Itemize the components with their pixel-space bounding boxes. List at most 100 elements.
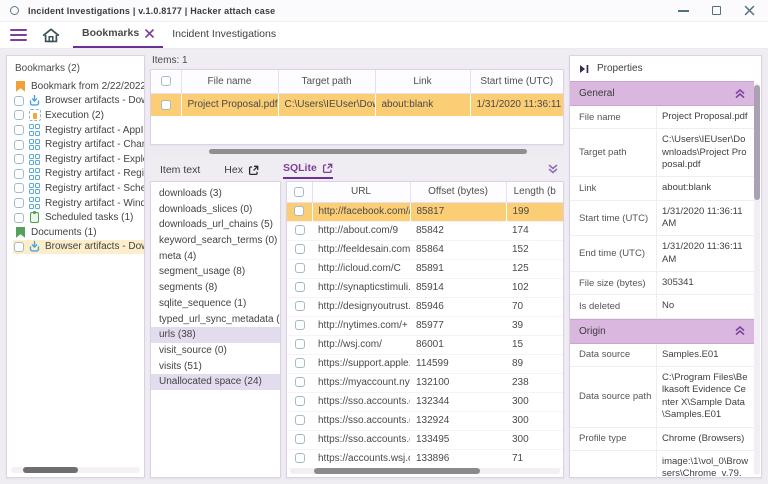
- tree-item-execution[interactable]: Execution (2): [13, 108, 144, 123]
- registry-icon: [28, 153, 41, 166]
- checkbox[interactable]: [14, 212, 24, 223]
- checkbox[interactable]: [14, 241, 24, 252]
- tree-item-registry[interactable]: Registry artifact - AppInitl: [13, 123, 144, 138]
- tree-item-registry[interactable]: Registry artifact - Change: [13, 137, 144, 152]
- url-row[interactable]: http://nytimes.com/+ 85977 39: [287, 316, 563, 336]
- url-row[interactable]: https://sso.accounts.d 133495 300: [287, 430, 563, 450]
- url-row[interactable]: https://support.apple.c 114599 89: [287, 354, 563, 374]
- url-row[interactable]: https://sso.accounts.d 132924 300: [287, 411, 563, 431]
- checkbox[interactable]: [14, 95, 24, 106]
- scrollbar-thumb[interactable]: [23, 467, 78, 473]
- maximize-button[interactable]: [709, 4, 723, 18]
- url-row[interactable]: http://feeldesain.com/ 85864 152: [287, 240, 563, 260]
- checkbox[interactable]: [294, 377, 305, 388]
- column-url[interactable]: URL: [312, 182, 411, 203]
- sqlite-table-item-selected[interactable]: urls (38): [151, 327, 280, 343]
- collapse-panel-button[interactable]: [547, 164, 559, 177]
- select-all-checkbox-cell[interactable]: [151, 70, 182, 94]
- tree-item-registry[interactable]: Registry artifact - Schedul: [13, 181, 144, 196]
- sqlite-table-item[interactable]: meta (4): [151, 249, 280, 265]
- sqlite-table-item[interactable]: visits (51): [151, 359, 280, 375]
- sqlite-table-item[interactable]: downloads (3): [151, 186, 280, 202]
- tab-hex[interactable]: Hex: [224, 164, 259, 179]
- url-row[interactable]: http://icloud.com/C 85891 125: [287, 259, 563, 279]
- tree-item-registry[interactable]: Registry artifact - Register: [13, 167, 144, 182]
- section-origin[interactable]: Origin: [570, 318, 754, 344]
- tab-item-text[interactable]: Item text: [160, 164, 200, 179]
- tab-bookmarks[interactable]: Bookmarks: [73, 22, 164, 48]
- checkbox[interactable]: [294, 396, 305, 407]
- sqlite-table-item[interactable]: typed_url_sync_metadata (0): [151, 312, 280, 328]
- checkbox[interactable]: [294, 225, 305, 236]
- pin-panel-icon[interactable]: [579, 64, 589, 74]
- checkbox[interactable]: [14, 168, 24, 179]
- select-all-checkbox-cell[interactable]: [287, 182, 313, 203]
- tab-close-icon[interactable]: [145, 28, 155, 38]
- checkbox[interactable]: [294, 186, 305, 197]
- column-start-time[interactable]: Start time (UTC): [470, 70, 563, 94]
- tab-incident-investigations[interactable]: Incident Investigations: [163, 22, 285, 48]
- column-file-name[interactable]: File name: [181, 70, 279, 94]
- checkbox[interactable]: [294, 282, 305, 293]
- checkbox[interactable]: [294, 206, 305, 217]
- sqlite-table-item[interactable]: segment_usage (8): [151, 264, 280, 280]
- checkbox[interactable]: [160, 99, 171, 110]
- checkbox[interactable]: [294, 320, 305, 331]
- url-row[interactable]: https://sso.accounts.d 132344 300: [287, 392, 563, 412]
- checkbox[interactable]: [160, 76, 171, 87]
- items-table-row-selected[interactable]: Project Proposal.pdf C:\Users\IEUser\Dow…: [151, 93, 563, 116]
- url-row-selected[interactable]: http://facebook.com// 85817 199: [287, 202, 563, 222]
- minimize-button[interactable]: [676, 4, 690, 18]
- url-row[interactable]: http://about.com/9 85842 174: [287, 221, 563, 241]
- checkbox[interactable]: [14, 154, 24, 165]
- sqlite-table-item[interactable]: sqlite_sequence (1): [151, 296, 280, 312]
- scrollbar-thumb[interactable]: [314, 468, 480, 474]
- scrollbar-thumb[interactable]: [209, 149, 527, 154]
- tree-item-bookmark[interactable]: Bookmark from 2/22/2022 1:: [13, 79, 144, 94]
- scrollbar-thumb[interactable]: [754, 85, 760, 200]
- checkbox[interactable]: [14, 183, 24, 194]
- tree-item-registry[interactable]: Registry artifact - Explorer: [13, 152, 144, 167]
- url-row[interactable]: http://synapticstimuli.c 85914 102: [287, 278, 563, 298]
- url-row[interactable]: http://wsj.com/ 86001 15: [287, 335, 563, 355]
- tree-item-registry[interactable]: Registry artifact - Window: [13, 196, 144, 211]
- url-row[interactable]: https://accounts.wsj.cc 133896 71: [287, 449, 563, 469]
- sqlite-table-item-unallocated[interactable]: Unallocated space (24): [151, 374, 280, 390]
- sqlite-table-item[interactable]: downloads_slices (0): [151, 202, 280, 218]
- checkbox[interactable]: [14, 125, 24, 136]
- checkbox[interactable]: [294, 453, 305, 464]
- checkbox[interactable]: [294, 415, 305, 426]
- menu-button[interactable]: [10, 22, 27, 48]
- registry-icon: [28, 182, 41, 195]
- checkbox[interactable]: [14, 139, 24, 150]
- checkbox[interactable]: [294, 263, 305, 274]
- tree-item-browser-artifacts[interactable]: Browser artifacts - Downlo: [13, 94, 144, 109]
- column-target-path[interactable]: Target path: [278, 70, 376, 94]
- sqlite-tables-list: downloads (3) downloads_slices (0) downl…: [150, 181, 281, 478]
- sqlite-table-item[interactable]: visit_source (0): [151, 343, 280, 359]
- checkbox[interactable]: [14, 110, 24, 121]
- column-offset[interactable]: Offset (bytes): [410, 182, 507, 203]
- sqlite-table-item[interactable]: downloads_url_chains (5): [151, 217, 280, 233]
- tab-sqlite[interactable]: SQLite: [282, 162, 333, 179]
- sidebar-horizontal-scrollbar: [11, 467, 140, 473]
- close-button[interactable]: [742, 4, 756, 18]
- home-button[interactable]: [42, 22, 60, 48]
- checkbox[interactable]: [294, 358, 305, 369]
- checkbox[interactable]: [294, 301, 305, 312]
- url-row[interactable]: https://myaccount.nyt 132100 238: [287, 373, 563, 393]
- tree-item-scheduled-tasks[interactable]: Scheduled tasks (1): [13, 210, 144, 225]
- tree-item-browser-artifacts-selected[interactable]: Browser artifacts - Downl: [13, 239, 144, 255]
- url-row[interactable]: http://designyoutrust. 85946 70: [287, 297, 563, 317]
- checkbox[interactable]: [14, 198, 24, 209]
- column-link[interactable]: Link: [375, 70, 471, 94]
- column-length[interactable]: Length (b: [506, 182, 563, 203]
- checkbox[interactable]: [294, 339, 305, 350]
- tree-item-documents[interactable]: Documents (1): [13, 225, 144, 240]
- sqlite-table-item[interactable]: keyword_search_terms (0): [151, 233, 280, 249]
- checkbox[interactable]: [294, 244, 305, 255]
- sqlite-table-item[interactable]: segments (8): [151, 280, 280, 296]
- section-general[interactable]: General: [570, 81, 754, 106]
- cell-length: 300: [506, 430, 563, 450]
- checkbox[interactable]: [294, 434, 305, 445]
